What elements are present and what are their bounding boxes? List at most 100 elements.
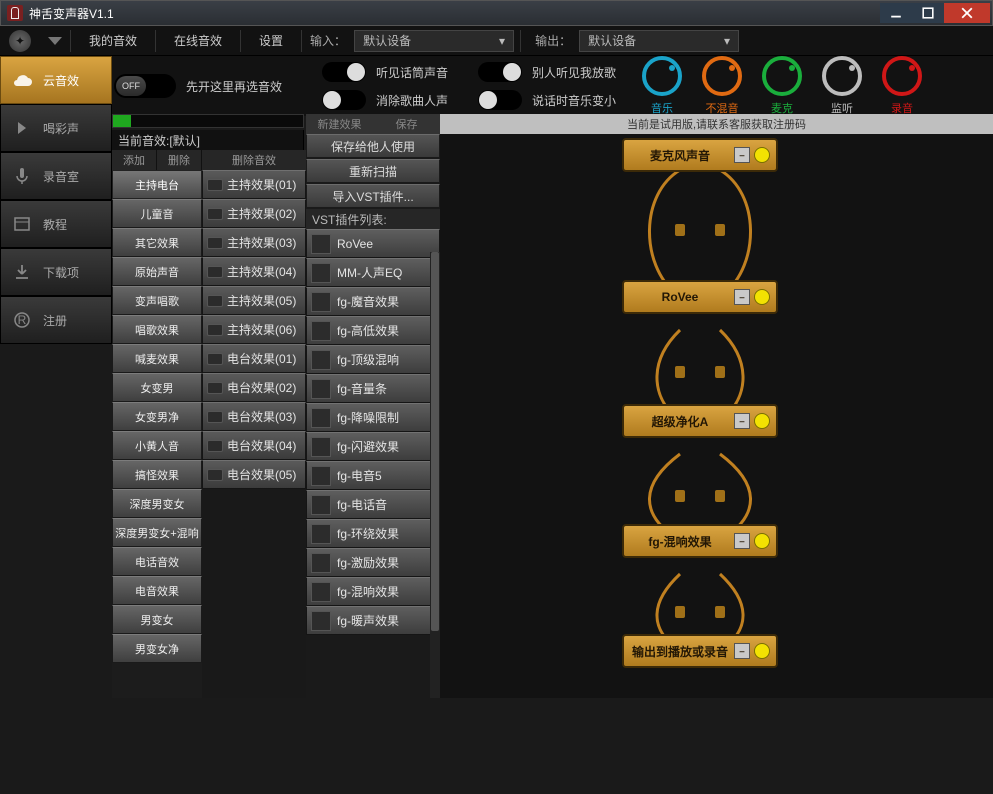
bank-item[interactable]: 主持效果(02) <box>202 199 306 228</box>
btn-rescan[interactable]: 重新扫描 <box>306 159 440 183</box>
toggle-remove-vocal[interactable] <box>322 90 366 110</box>
vst-item[interactable]: MM-人声EQ <box>306 258 440 287</box>
bank-item-label: 主持效果(01) <box>227 176 296 193</box>
vst-item[interactable]: fg-混响效果 <box>306 577 440 606</box>
vst-scrollbar[interactable] <box>430 252 440 698</box>
dial-0[interactable]: 音乐 <box>638 56 686 116</box>
bank-item[interactable]: 电台效果(05) <box>202 460 306 489</box>
vst-item[interactable]: fg-闪避效果 <box>306 432 440 461</box>
window-close-button[interactable] <box>944 3 990 23</box>
preset-item[interactable]: 女变男净 <box>112 402 202 431</box>
bigtab-cloud[interactable]: 云音效 <box>0 56 112 104</box>
window-maximize-button[interactable] <box>912 3 944 23</box>
graph-node[interactable]: RoVee⎯ <box>622 280 778 314</box>
node-enable-dot[interactable] <box>754 289 770 305</box>
graph-node[interactable]: 麦克风声音⎯ <box>622 138 778 172</box>
menu-online-fx[interactable]: 在线音效 <box>156 26 240 56</box>
input-device-select[interactable]: 默认设备 ▾ <box>354 30 514 52</box>
bigtab-label: 注册 <box>43 312 67 329</box>
bigtab-studio[interactable]: 录音室 <box>0 152 112 200</box>
menu-my-fx[interactable]: 我的音效 <box>71 26 155 56</box>
preset-item[interactable]: 主持电台 <box>112 170 202 199</box>
output-device-select[interactable]: 默认设备 ▾ <box>579 30 739 52</box>
node-settings-button[interactable]: ⎯ <box>734 533 750 549</box>
dial-3[interactable]: 监听 <box>818 56 866 116</box>
vst-item[interactable]: fg-高低效果 <box>306 316 440 345</box>
col2-header[interactable]: 删除音效 <box>202 150 306 170</box>
preset-item[interactable]: 深度男变女 <box>112 489 202 518</box>
col1-del-header[interactable]: 删除 <box>157 150 202 170</box>
preset-item[interactable]: 男变女净 <box>112 634 202 663</box>
preset-item[interactable]: 唱歌效果 <box>112 315 202 344</box>
preset-item[interactable]: 儿童音 <box>112 199 202 228</box>
btn-import-vst[interactable]: 导入VST插件... <box>306 184 440 208</box>
vst-item[interactable]: fg-电音5 <box>306 461 440 490</box>
bank-item[interactable]: 主持效果(03) <box>202 228 306 257</box>
node-enable-dot[interactable] <box>754 147 770 163</box>
bank-item[interactable]: 主持效果(05) <box>202 286 306 315</box>
node-settings-button[interactable]: ⎯ <box>734 413 750 429</box>
preset-item[interactable]: 小黄人音 <box>112 431 202 460</box>
dropdown-toggle[interactable] <box>40 37 70 45</box>
power-switch[interactable]: OFF <box>114 74 176 98</box>
chevron-down-icon: ▾ <box>724 34 730 48</box>
bigtab-tutorial[interactable]: 教程 <box>0 200 112 248</box>
bank-item[interactable]: 主持效果(01) <box>202 170 306 199</box>
preset-item[interactable]: 原始声音 <box>112 257 202 286</box>
bigtab-download[interactable]: 下载项 <box>0 248 112 296</box>
graph-node[interactable]: 输出到播放或录音⎯ <box>622 634 778 668</box>
bank-item[interactable]: 电台效果(04) <box>202 431 306 460</box>
preset-item[interactable]: 深度男变女+混响 <box>112 518 202 547</box>
trial-banner: 当前是试用版,请联系客服获取注册码 <box>440 114 993 134</box>
vst-item[interactable]: fg-音量条 <box>306 374 440 403</box>
preset-item[interactable]: 其它效果 <box>112 228 202 257</box>
node-enable-dot[interactable] <box>754 533 770 549</box>
vst-item[interactable]: fg-降噪限制 <box>306 403 440 432</box>
dial-2[interactable]: 麦克 <box>758 56 806 116</box>
node-settings-button[interactable]: ⎯ <box>734 289 750 305</box>
toggle-hear-mic[interactable] <box>322 62 366 82</box>
col1-add-header[interactable]: 添加 <box>112 150 157 170</box>
graph-node[interactable]: fg-混响效果⎯ <box>622 524 778 558</box>
vst-item[interactable]: fg-暖声效果 <box>306 606 440 635</box>
bank-item[interactable]: 电台效果(02) <box>202 373 306 402</box>
preset-item[interactable]: 电音效果 <box>112 576 202 605</box>
bank-item[interactable]: 主持效果(06) <box>202 315 306 344</box>
vst-item[interactable]: fg-电话音 <box>306 490 440 519</box>
vst-item[interactable]: fg-环绕效果 <box>306 519 440 548</box>
bank-item-label: 主持效果(03) <box>227 234 296 251</box>
bigtab-register[interactable]: R注册 <box>0 296 112 344</box>
toggle-others-hear[interactable] <box>478 62 522 82</box>
preset-item[interactable]: 喊麦效果 <box>112 344 202 373</box>
runner-button[interactable]: ✦ <box>0 28 40 54</box>
btn-save[interactable]: 保存 <box>373 114 440 134</box>
btn-save-others[interactable]: 保存给他人使用 <box>306 134 440 158</box>
vst-item-label: fg-电音5 <box>337 467 382 484</box>
plugin-icon <box>311 408 331 428</box>
preset-item[interactable]: 搞怪效果 <box>112 460 202 489</box>
btn-new-fx[interactable]: 新建效果 <box>306 114 373 134</box>
preset-item[interactable]: 女变男 <box>112 373 202 402</box>
vst-item[interactable]: fg-激励效果 <box>306 548 440 577</box>
bigtab-cheer[interactable]: 喝彩声 <box>0 104 112 152</box>
bank-item[interactable]: 主持效果(04) <box>202 257 306 286</box>
preset-item[interactable]: 变声唱歌 <box>112 286 202 315</box>
menu-settings[interactable]: 设置 <box>241 26 301 56</box>
dial-1[interactable]: 不混音 <box>698 56 746 116</box>
preset-item[interactable]: 电话音效 <box>112 547 202 576</box>
window-minimize-button[interactable] <box>880 3 912 23</box>
vst-item[interactable]: RoVee <box>306 229 440 258</box>
preset-item[interactable]: 男变女 <box>112 605 202 634</box>
bank-item[interactable]: 电台效果(03) <box>202 402 306 431</box>
dial-4[interactable]: 录音 <box>878 56 926 116</box>
vst-item[interactable]: fg-顶级混响 <box>306 345 440 374</box>
graph-node[interactable]: 超级净化A⎯ <box>622 404 778 438</box>
node-settings-button[interactable]: ⎯ <box>734 147 750 163</box>
node-enable-dot[interactable] <box>754 643 770 659</box>
bank-item-label: 主持效果(04) <box>227 263 296 280</box>
bank-item[interactable]: 电台效果(01) <box>202 344 306 373</box>
node-settings-button[interactable]: ⎯ <box>734 643 750 659</box>
vst-item[interactable]: fg-魔音效果 <box>306 287 440 316</box>
node-enable-dot[interactable] <box>754 413 770 429</box>
toggle-talk-lower[interactable] <box>478 90 522 110</box>
